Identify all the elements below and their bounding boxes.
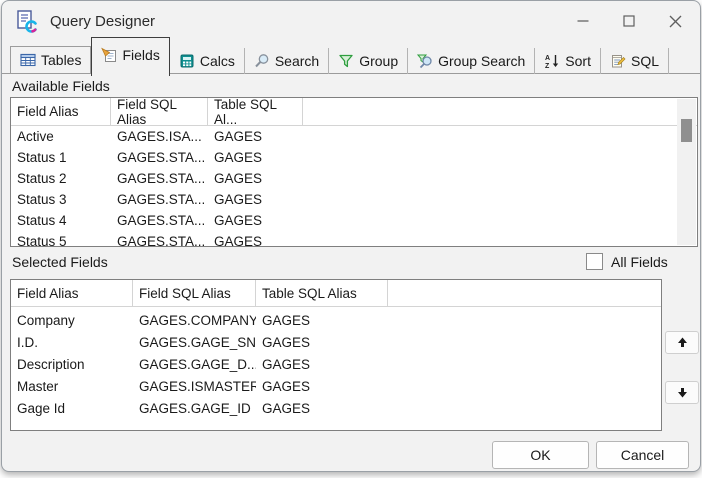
selected-fields-table: Field Alias Field SQL Alias Table SQL Al… xyxy=(10,279,662,431)
tab-strip: Tables Fields Calcs xyxy=(10,43,700,76)
column-header-filler xyxy=(303,98,697,125)
tab-search[interactable]: Search xyxy=(245,48,329,74)
selected-fields-header: Field Alias Field SQL Alias Table SQL Al… xyxy=(11,280,661,307)
column-header-field-alias[interactable]: Field Alias xyxy=(11,280,133,306)
title-bar[interactable]: Query Designer xyxy=(2,1,700,41)
tab-label: Fields xyxy=(122,47,159,63)
table-row[interactable]: Company GAGES.COMPANY GAGES xyxy=(11,309,661,331)
close-button[interactable] xyxy=(652,1,698,41)
tab-label: SQL xyxy=(631,53,659,69)
tab-group[interactable]: Group xyxy=(329,48,408,74)
maximize-button[interactable] xyxy=(606,1,652,41)
available-fields-header: Field Alias Field SQL Alias Table SQL Al… xyxy=(11,98,697,126)
table-row[interactable]: Status 5 GAGES.STA... GAGES xyxy=(11,231,697,247)
magnifier-icon xyxy=(254,53,270,69)
move-field-down-button[interactable] xyxy=(665,381,699,404)
tab-sort[interactable]: A Z Sort xyxy=(535,48,601,74)
column-header-field-sql-alias[interactable]: Field SQL Alias xyxy=(133,280,256,306)
cancel-button[interactable]: Cancel xyxy=(596,441,689,469)
table-row[interactable]: Status 3 GAGES.STA... GAGES xyxy=(11,189,697,210)
tab-label: Group Search xyxy=(438,53,525,69)
available-fields-table: Field Alias Field SQL Alias Table SQL Al… xyxy=(10,97,698,247)
table-row[interactable]: Status 4 GAGES.STA... GAGES xyxy=(11,210,697,231)
funnel-magnifier-icon xyxy=(417,53,433,69)
table-row[interactable]: Status 2 GAGES.STA... GAGES xyxy=(11,168,697,189)
tab-label: Search xyxy=(275,53,319,69)
arrow-down-icon xyxy=(677,387,688,398)
tab-tables[interactable]: Tables xyxy=(10,46,91,74)
column-header-filler xyxy=(388,280,661,306)
table-row[interactable]: Master GAGES.ISMASTER GAGES xyxy=(11,375,661,397)
arrow-up-icon xyxy=(677,337,688,348)
query-designer-dialog: Query Designer xyxy=(1,0,701,472)
tab-calcs[interactable]: Calcs xyxy=(170,48,245,74)
selected-fields-label: Selected Fields xyxy=(12,254,108,270)
table-row[interactable]: I.D. GAGES.GAGE_SN GAGES xyxy=(11,331,661,353)
table-row[interactable]: Active GAGES.ISA... GAGES xyxy=(11,126,697,147)
table-row[interactable]: Description GAGES.GAGE_D... GAGES xyxy=(11,353,661,375)
minimize-icon xyxy=(577,15,589,27)
ok-button[interactable]: OK xyxy=(492,441,589,469)
app-icon xyxy=(14,8,40,34)
tab-label: Calcs xyxy=(200,53,235,69)
svg-text:A: A xyxy=(545,55,550,62)
scrollbar-thumb[interactable] xyxy=(681,119,692,142)
sql-script-icon xyxy=(610,53,626,69)
tab-label: Group xyxy=(359,53,398,69)
table-row[interactable]: Status 1 GAGES.STA... GAGES xyxy=(11,147,697,168)
column-header-table-sql-alias[interactable]: Table SQL Al... xyxy=(208,98,303,125)
table-row[interactable]: Gage Id GAGES.GAGE_ID GAGES xyxy=(11,397,661,419)
all-fields-checkbox-label: All Fields xyxy=(611,254,668,270)
tab-group-search[interactable]: Group Search xyxy=(408,48,535,74)
tab-sql[interactable]: SQL xyxy=(601,48,669,74)
window-title: Query Designer xyxy=(50,13,155,30)
available-fields-label: Available Fields xyxy=(12,78,110,94)
form-pointer-icon xyxy=(101,47,117,63)
column-header-field-sql-alias[interactable]: Field SQL Alias xyxy=(111,98,208,125)
column-header-field-alias[interactable]: Field Alias xyxy=(11,98,111,125)
tab-fields[interactable]: Fields xyxy=(91,37,169,76)
tab-label: Tables xyxy=(41,52,81,68)
filter-funnel-icon xyxy=(338,53,354,69)
vertical-scrollbar[interactable] xyxy=(677,99,696,245)
table-grid-icon xyxy=(20,52,36,68)
az-sort-icon: A Z xyxy=(544,53,560,69)
move-field-up-button[interactable] xyxy=(665,331,699,354)
column-header-table-sql-alias[interactable]: Table SQL Alias xyxy=(256,280,388,306)
minimize-button[interactable] xyxy=(560,1,606,41)
calculator-icon xyxy=(179,53,195,69)
maximize-icon xyxy=(623,15,635,27)
tab-label: Sort xyxy=(565,53,591,69)
close-icon xyxy=(669,15,682,28)
all-fields-checkbox[interactable] xyxy=(586,253,603,270)
svg-text:Z: Z xyxy=(545,63,550,69)
